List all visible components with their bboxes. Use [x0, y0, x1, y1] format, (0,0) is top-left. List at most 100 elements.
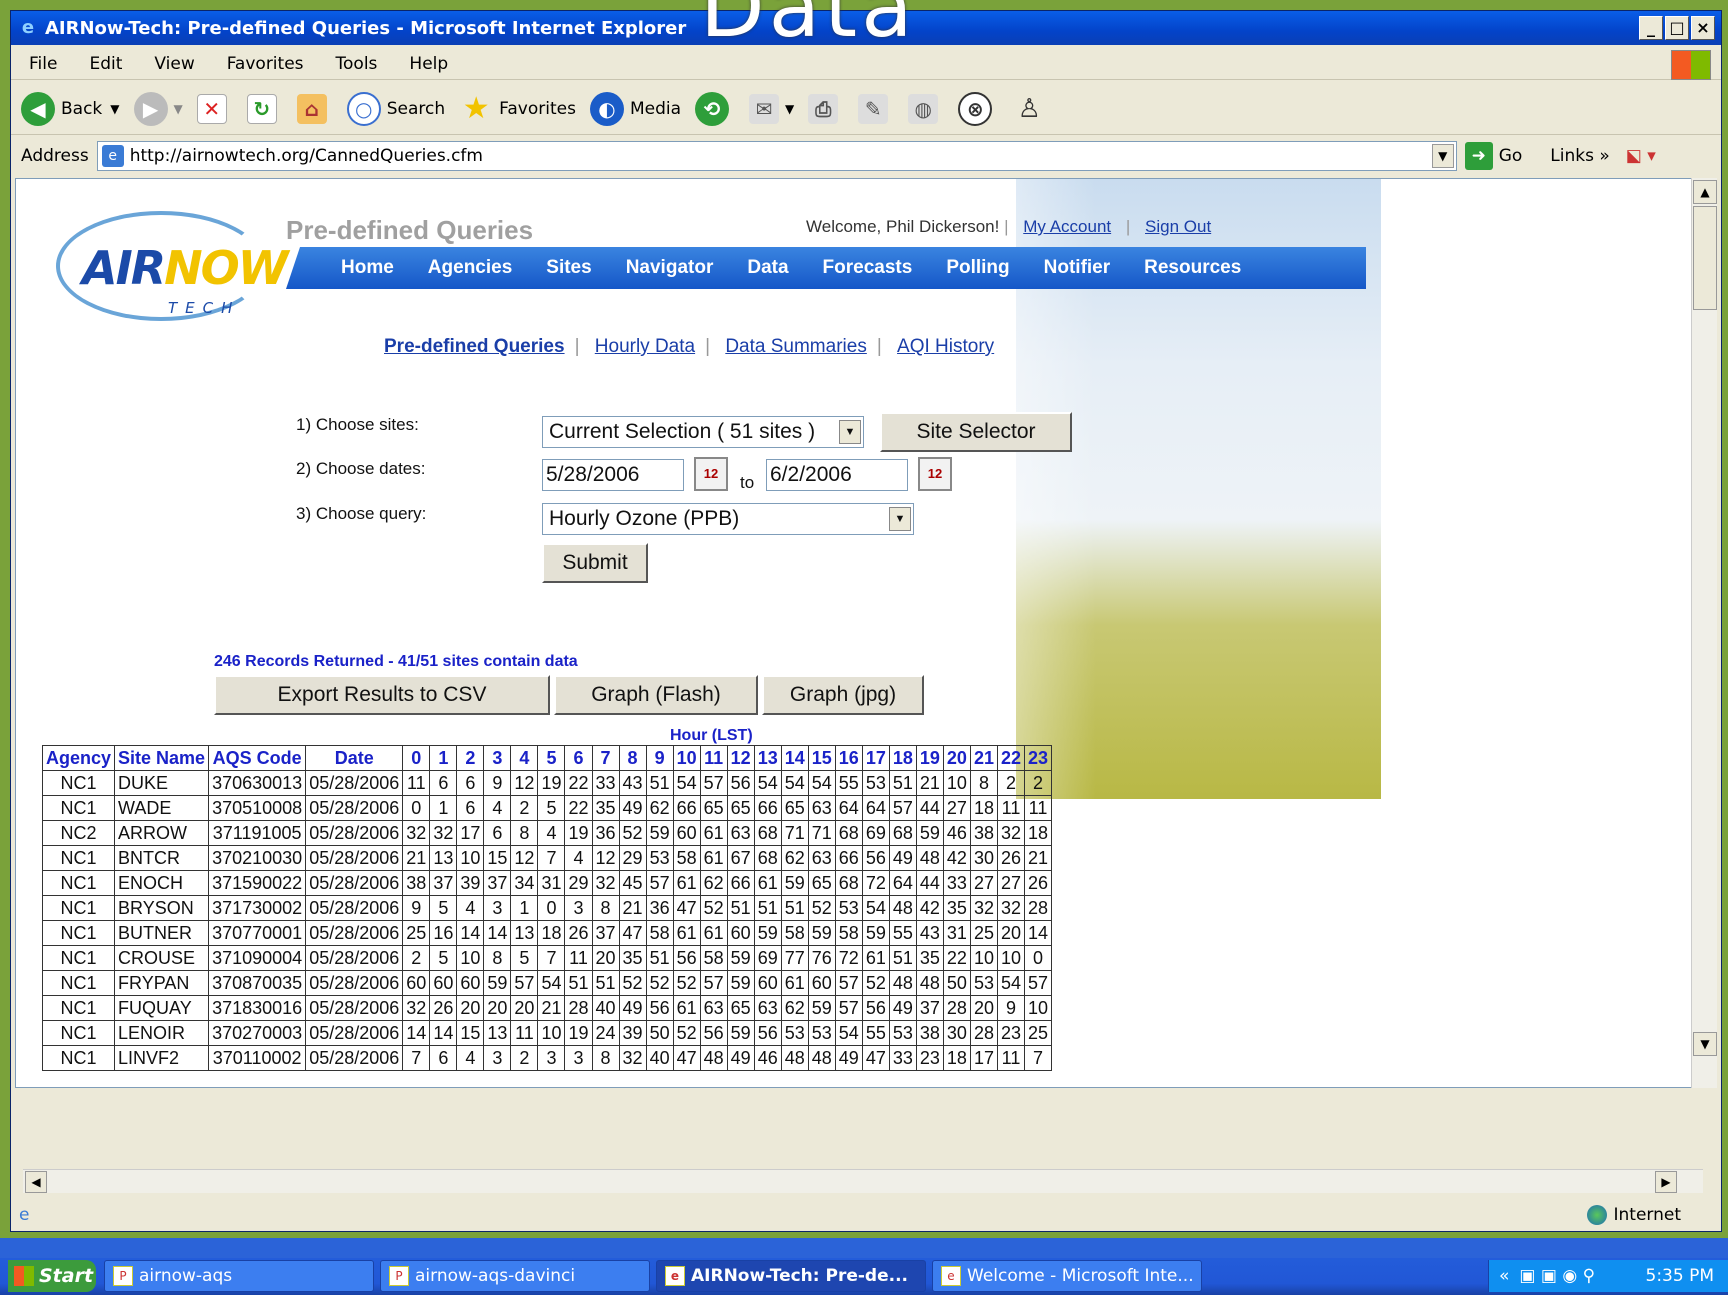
mail-button[interactable]: ✉ ▼: [749, 93, 794, 124]
table-cell: 57: [645, 870, 674, 896]
graph-jpg-button[interactable]: Graph (jpg): [762, 675, 924, 715]
history-button[interactable]: ⟲: [695, 91, 735, 126]
nav-notifier[interactable]: Notifier: [1044, 257, 1111, 279]
media-button[interactable]: ◐ Media: [589, 91, 681, 126]
table-cell: 370110002: [208, 1045, 307, 1071]
table-row: NC1 WADE 370510008 05/28/2006 0 1 6 4 2 5 22 35 49 62…: [41, 795, 1053, 821]
column-header: 9: [645, 745, 674, 771]
messenger-button[interactable]: ⊗: [958, 91, 998, 126]
address-input[interactable]: e http://airnowtech.org/CannedQueries.cf…: [96, 141, 1457, 171]
chevron-down-icon[interactable]: ▼: [839, 420, 861, 444]
discuss-button[interactable]: ◍: [908, 93, 944, 124]
tray-expand-icon[interactable]: «: [1499, 1266, 1509, 1286]
graph-flash-button[interactable]: Graph (Flash): [554, 675, 758, 715]
table-cell: 26: [1023, 870, 1053, 896]
menu-edit[interactable]: Edit: [89, 54, 122, 74]
table-cell: 6: [456, 770, 485, 796]
nav-polling[interactable]: Polling: [946, 257, 1009, 279]
scroll-up-icon[interactable]: ▲: [1693, 180, 1717, 204]
stop-button[interactable]: ✕: [196, 93, 233, 124]
nav-resources[interactable]: Resources: [1144, 257, 1241, 279]
menu-view[interactable]: View: [154, 54, 194, 74]
export-csv-button[interactable]: Export Results to CSV: [214, 675, 550, 715]
table-cell: 52: [618, 970, 647, 996]
start-button[interactable]: Start: [8, 1260, 96, 1292]
print-button[interactable]: ⎙: [808, 93, 844, 124]
links-button[interactable]: Links »: [1550, 146, 1609, 166]
nav-agencies[interactable]: Agencies: [428, 257, 512, 279]
table-cell: DUKE: [114, 770, 210, 796]
chevron-down-icon[interactable]: ▼: [889, 507, 911, 531]
network-icon[interactable]: ▣ ▣ ◉ ⚲: [1519, 1266, 1595, 1286]
scroll-thumb[interactable]: [1693, 206, 1717, 310]
favorites-button[interactable]: ★ Favorites: [459, 91, 576, 126]
horizontal-scrollbar[interactable]: ◀ ▶: [23, 1169, 1703, 1193]
subnav-hourly-data[interactable]: Hourly Data: [595, 336, 695, 357]
sign-out-link[interactable]: Sign Out: [1145, 217, 1211, 236]
vertical-scrollbar[interactable]: ▲ ▼: [1691, 178, 1717, 1088]
nav-sites[interactable]: Sites: [546, 257, 591, 279]
subnav-aqi-history[interactable]: AQI History: [897, 336, 994, 357]
calendar-icon[interactable]: 12: [918, 457, 952, 491]
table-cell: 51: [726, 895, 755, 921]
date-to-input[interactable]: 6/2/2006: [766, 459, 908, 491]
chevron-down-icon[interactable]: ▼: [110, 102, 119, 116]
nav-data[interactable]: Data: [747, 257, 788, 279]
minimize-button[interactable]: _: [1639, 16, 1663, 40]
scroll-right-icon[interactable]: ▶: [1655, 1171, 1677, 1193]
task-airnow-tech[interactable]: e AIRNow-Tech: Pre-de...: [656, 1260, 926, 1292]
home-button[interactable]: ⌂: [296, 93, 333, 124]
back-button[interactable]: ◀ Back ▼: [21, 91, 120, 126]
site-selector-button[interactable]: Site Selector: [880, 412, 1072, 452]
column-header: Site Name: [114, 745, 210, 771]
table-cell: 59: [861, 920, 890, 946]
table-cell: 42: [915, 895, 944, 921]
column-header: AQS Code: [208, 745, 307, 771]
close-button[interactable]: ×: [1691, 16, 1715, 40]
ppt-icon: P: [113, 1266, 133, 1286]
maximize-button[interactable]: □: [1665, 16, 1689, 40]
date-from-input[interactable]: 5/28/2006: [542, 459, 684, 491]
acrobat-icon[interactable]: ⬕ ▾: [1626, 146, 1656, 166]
subnav-predefined-queries[interactable]: Pre-defined Queries: [384, 336, 565, 357]
chevron-down-icon[interactable]: ▼: [785, 102, 794, 116]
search-button[interactable]: ○ Search: [346, 91, 445, 126]
query-select[interactable]: Hourly Ozone (PPB) ▼: [542, 503, 914, 535]
menu-tools[interactable]: Tools: [336, 54, 378, 74]
subnav-data-summaries[interactable]: Data Summaries: [725, 336, 867, 357]
table-cell: 68: [753, 820, 782, 846]
menu-favorites[interactable]: Favorites: [227, 54, 304, 74]
table-cell: 53: [888, 1020, 917, 1046]
edit-button[interactable]: ✎: [858, 93, 894, 124]
table-cell: 59: [726, 970, 755, 996]
address-dropdown-icon[interactable]: ▼: [1431, 144, 1454, 168]
menu-file[interactable]: File: [29, 54, 57, 74]
menu-help[interactable]: Help: [409, 54, 448, 74]
table-cell: 33: [591, 770, 620, 796]
nav-home[interactable]: Home: [341, 257, 394, 279]
chevron-down-icon[interactable]: ▼: [174, 102, 183, 116]
calendar-icon[interactable]: 12: [694, 457, 728, 491]
my-account-link[interactable]: My Account: [1023, 217, 1111, 236]
scroll-down-icon[interactable]: ▼: [1693, 1032, 1717, 1056]
table-cell: 20: [996, 920, 1026, 946]
airnow-tech-logo[interactable]: AIRNOW TECH: [56, 211, 288, 321]
submit-button[interactable]: Submit: [542, 543, 648, 583]
task-airnow-aqs[interactable]: Pairnow-aqs: [104, 1260, 374, 1292]
user-button[interactable]: ♙: [1012, 92, 1052, 126]
refresh-button[interactable]: ↻: [246, 93, 283, 124]
nav-forecasts[interactable]: Forecasts: [823, 257, 913, 279]
scroll-left-icon[interactable]: ◀: [25, 1171, 47, 1193]
forward-button[interactable]: ▶ ▼: [133, 91, 183, 126]
task-airnow-aqs-davinci[interactable]: Pairnow-aqs-davinci: [380, 1260, 650, 1292]
task-welcome[interactable]: e Welcome - Microsoft Inte...: [932, 1260, 1202, 1292]
sites-select[interactable]: Current Selection ( 51 sites ) ▼: [542, 416, 864, 448]
table-cell: 10: [942, 770, 971, 796]
table-cell: 55: [834, 770, 863, 796]
nav-navigator[interactable]: Navigator: [626, 257, 714, 279]
table-cell: 21: [618, 895, 647, 921]
go-button[interactable]: ➜ Go: [1464, 142, 1522, 170]
table-cell: 72: [861, 870, 890, 896]
table-cell: 19: [564, 1020, 593, 1046]
table-cell: 370510008: [208, 795, 307, 821]
